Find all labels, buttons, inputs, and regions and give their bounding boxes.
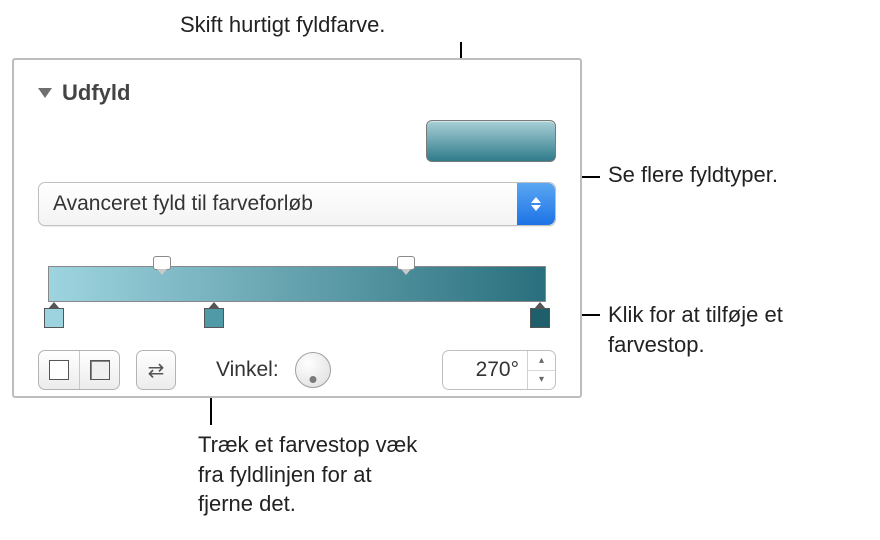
section-title: Udfyld [62, 80, 130, 106]
color-stop-1[interactable] [44, 308, 64, 328]
color-well-left[interactable] [39, 351, 79, 389]
callout-dropdown: Se flere fyldtyper. [608, 160, 778, 190]
fill-type-value: Avanceret fyld til farveforløb [53, 192, 313, 216]
swap-icon: ⇄ [148, 358, 165, 383]
angle-stepper[interactable]: ▴ ▾ [527, 351, 555, 389]
angle-field[interactable]: 270° ▴ ▾ [442, 350, 556, 390]
angle-label: Vinkel: [216, 358, 279, 382]
color-stop-2[interactable] [204, 308, 224, 328]
fill-type-dropdown[interactable]: Avanceret fyld til farveforløb [38, 182, 556, 226]
angle-dial[interactable] [295, 352, 331, 388]
stepper-down-icon[interactable]: ▾ [528, 371, 555, 390]
disclosure-triangle-icon[interactable] [38, 88, 52, 98]
stepper-up-icon[interactable]: ▴ [528, 351, 555, 371]
gradient-editor[interactable] [38, 252, 556, 322]
dropdown-arrows-icon [517, 183, 555, 225]
fill-color-swatch[interactable] [426, 120, 556, 162]
opacity-stop-1[interactable] [153, 256, 171, 270]
color-well-pair [38, 350, 120, 390]
section-header[interactable]: Udfyld [38, 80, 556, 106]
angle-value: 270° [443, 358, 527, 382]
callout-addstop-text: Klik for at tilføje et farvestop. [608, 302, 783, 357]
opacity-stop-2[interactable] [397, 256, 415, 270]
callout-removestop: Træk et farvestop væk fra fyldlinjen for… [198, 430, 428, 519]
color-stop-3[interactable] [530, 308, 550, 328]
callout-dropdown-text: Se flere fyldtyper. [608, 162, 778, 187]
gradient-bar[interactable] [48, 266, 546, 302]
callout-addstop: Klik for at tilføje et farvestop. [608, 300, 868, 359]
callout-swatch: Skift hurtigt fyldfarve. [180, 10, 385, 40]
reverse-gradient-button[interactable]: ⇄ [136, 350, 176, 390]
callout-swatch-text: Skift hurtigt fyldfarve. [180, 12, 385, 37]
fill-panel: Udfyld Avanceret fyld til farveforløb ⇄ … [12, 58, 582, 398]
color-well-right[interactable] [79, 351, 119, 389]
callout-removestop-text: Træk et farvestop væk fra fyldlinjen for… [198, 432, 417, 516]
